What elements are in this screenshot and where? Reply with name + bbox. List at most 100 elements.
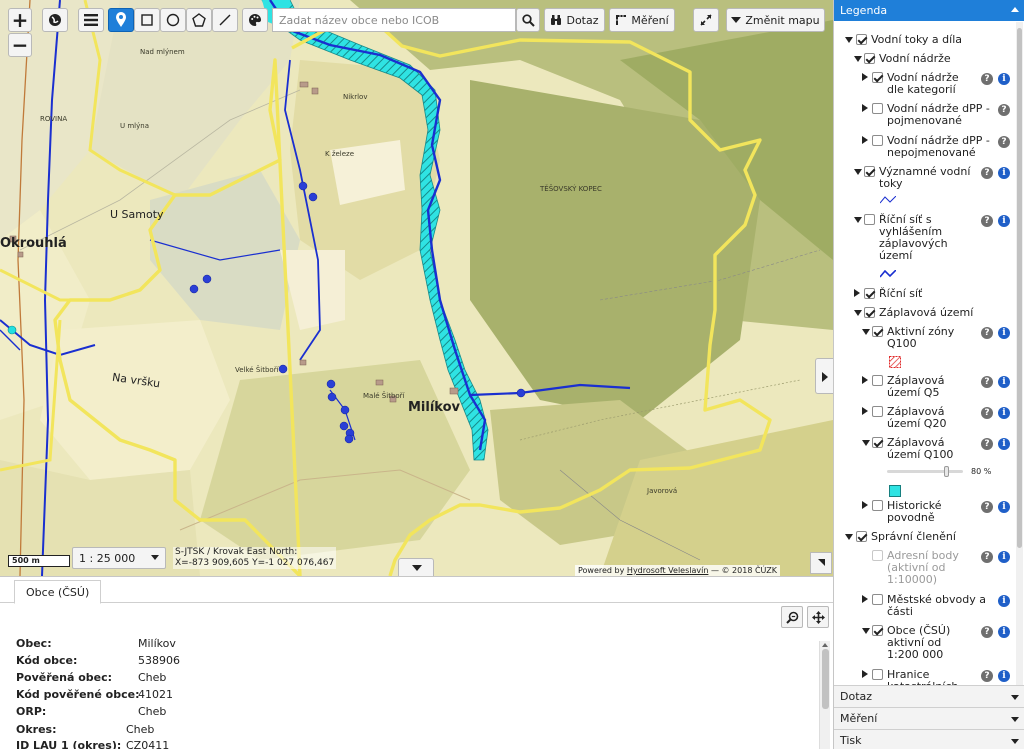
layer-checkbox[interactable]	[856, 34, 867, 45]
help-icon[interactable]: ?	[981, 407, 993, 419]
legend-item-vodni-nadrze-dle-kategorii[interactable]: Vodní nádrže dle kategorií ? i	[834, 72, 1016, 98]
caret-down-icon[interactable]	[862, 440, 870, 446]
zoom-out-button[interactable]: −	[8, 33, 32, 57]
caret-right-icon[interactable]	[862, 73, 868, 81]
layer-checkbox[interactable]	[856, 531, 867, 542]
legend-scrollbar[interactable]	[1016, 22, 1023, 685]
layer-checkbox[interactable]	[872, 326, 883, 337]
mereni-panel-header[interactable]: Měření	[834, 707, 1024, 729]
caret-right-icon[interactable]	[862, 104, 868, 112]
scrollbar-thumb[interactable]	[822, 649, 829, 709]
tab-obce-csu[interactable]: Obce (ČSÚ)	[14, 580, 102, 604]
layer-checkbox[interactable]	[872, 500, 883, 511]
change-map-button[interactable]: Změnit mapu	[726, 8, 825, 32]
legend-item-zaplavova-uzemi-q5[interactable]: Záplavová území Q5 ? i	[834, 375, 1016, 401]
zoom-in-button[interactable]: +	[8, 8, 32, 32]
palette-button[interactable]	[242, 8, 268, 32]
measure-button[interactable]: Měření	[609, 8, 675, 32]
caret-down-icon[interactable]	[845, 534, 853, 540]
layer-checkbox[interactable]	[872, 669, 883, 680]
info-icon[interactable]: i	[998, 327, 1010, 339]
legend-item-ricni-sit-s-vyhlasenim[interactable]: Říční síť s vyhlášením záplavových území…	[834, 214, 1016, 280]
query-button[interactable]: Dotaz	[544, 8, 605, 32]
collapse-bottom-panel-button[interactable]	[398, 558, 434, 576]
layer-checkbox[interactable]	[872, 72, 883, 83]
help-icon[interactable]: ?	[981, 438, 993, 450]
caret-down-icon[interactable]	[854, 169, 862, 175]
opacity-slider-track[interactable]	[887, 470, 963, 473]
layer-checkbox[interactable]	[872, 135, 883, 146]
attribution-link[interactable]: Hydrosoft Veleslavín	[627, 566, 709, 575]
info-icon[interactable]: i	[998, 407, 1010, 419]
bottom-panel-scrollbar[interactable]	[819, 641, 830, 749]
layer-checkbox[interactable]	[872, 375, 883, 386]
help-icon[interactable]: ?	[981, 501, 993, 513]
info-icon[interactable]: i	[998, 167, 1010, 179]
globe-button[interactable]	[42, 8, 68, 32]
search-button[interactable]	[516, 8, 540, 32]
info-icon[interactable]: i	[998, 551, 1010, 563]
caret-down-icon[interactable]	[854, 56, 862, 62]
layer-checkbox[interactable]	[864, 53, 875, 64]
scrollbar-thumb[interactable]	[1017, 28, 1022, 548]
legend-item-zaplavova-uzemi-q100[interactable]: Záplavová území Q100 ? i 80 %	[834, 437, 1016, 497]
layer-checkbox[interactable]	[864, 166, 875, 177]
help-icon[interactable]: ?	[981, 73, 993, 85]
legend-item-vyznamne-vodni-toky[interactable]: Významné vodní toky ? i	[834, 166, 1016, 206]
help-icon[interactable]: ?	[981, 670, 993, 682]
search-input[interactable]	[272, 8, 516, 32]
caret-down-icon[interactable]	[845, 37, 853, 43]
legend-item-adresni-body[interactable]: Adresní body (aktivní od 1:10000) ? i	[834, 550, 1016, 590]
caret-right-icon[interactable]	[862, 376, 868, 384]
expand-right-button[interactable]	[815, 358, 833, 394]
caret-right-icon[interactable]	[862, 136, 868, 144]
caret-right-icon[interactable]	[862, 501, 868, 509]
overview-map-toggle[interactable]	[810, 552, 832, 574]
legend-item-hranice-katastralnich[interactable]: Hranice katastrálních ? i	[834, 669, 1016, 685]
tisk-panel-header[interactable]: Tisk	[834, 729, 1024, 749]
help-icon[interactable]: ?	[981, 376, 993, 388]
pan-to-feature-button[interactable]	[807, 606, 829, 628]
legend-item-zaplavova-uzemi-q20[interactable]: Záplavová území Q20 ? i	[834, 406, 1016, 432]
point-tool-button[interactable]	[108, 8, 134, 32]
rectangle-tool-button[interactable]	[134, 8, 160, 32]
caret-right-icon[interactable]	[854, 289, 860, 297]
help-icon[interactable]: ?	[981, 215, 993, 227]
info-icon[interactable]: i	[998, 215, 1010, 227]
layer-checkbox[interactable]	[864, 307, 875, 318]
layer-checkbox[interactable]	[872, 625, 883, 636]
caret-right-icon[interactable]	[862, 407, 868, 415]
layer-checkbox[interactable]	[864, 214, 875, 225]
line-tool-button[interactable]	[212, 8, 238, 32]
legend-header[interactable]: Legenda	[834, 0, 1024, 21]
help-icon[interactable]: ?	[998, 136, 1010, 148]
help-icon[interactable]: ?	[981, 327, 993, 339]
help-icon[interactable]: ?	[981, 551, 993, 563]
layers-menu-button[interactable]	[78, 8, 104, 32]
map-view[interactable]: Milíkov Okrouhlá U Samoty Na vršku Velké…	[0, 0, 833, 576]
legend-item-vodni-nadrze-dpp-pojmenovane[interactable]: Vodní nádrže dPP - pojmenované ?	[834, 103, 1016, 129]
info-icon[interactable]: i	[998, 73, 1010, 85]
opacity-slider-handle[interactable]	[944, 466, 949, 477]
info-icon[interactable]: i	[998, 501, 1010, 513]
scale-select[interactable]: 1 : 25 000	[72, 547, 166, 569]
legend-item-aktivni-zony-q100[interactable]: Aktivní zóny Q100 ? i	[834, 326, 1016, 368]
info-icon[interactable]: i	[998, 438, 1010, 450]
layer-checkbox[interactable]	[872, 550, 883, 561]
layer-checkbox[interactable]	[872, 437, 883, 448]
caret-right-icon[interactable]	[862, 670, 868, 678]
dotaz-panel-header[interactable]: Dotaz	[834, 685, 1024, 707]
legend-item-obce-csu[interactable]: Obce (ČSÚ) aktivní od 1:200 000 ? i	[834, 625, 1016, 665]
caret-down-icon[interactable]	[854, 310, 862, 316]
legend-item-mestske-obvody[interactable]: Městské obvody a části i	[834, 594, 1016, 620]
layer-checkbox[interactable]	[872, 103, 883, 114]
help-icon[interactable]: ?	[981, 167, 993, 179]
polygon-tool-button[interactable]	[186, 8, 212, 32]
fullscreen-button[interactable]	[693, 8, 719, 32]
help-icon[interactable]: ?	[981, 626, 993, 638]
legend-item-historicke-povodne[interactable]: Historické povodně ? i	[834, 500, 1016, 526]
zoom-to-feature-button[interactable]	[781, 606, 803, 628]
layer-checkbox[interactable]	[872, 406, 883, 417]
layer-checkbox[interactable]	[864, 288, 875, 299]
caret-right-icon[interactable]	[862, 595, 868, 603]
